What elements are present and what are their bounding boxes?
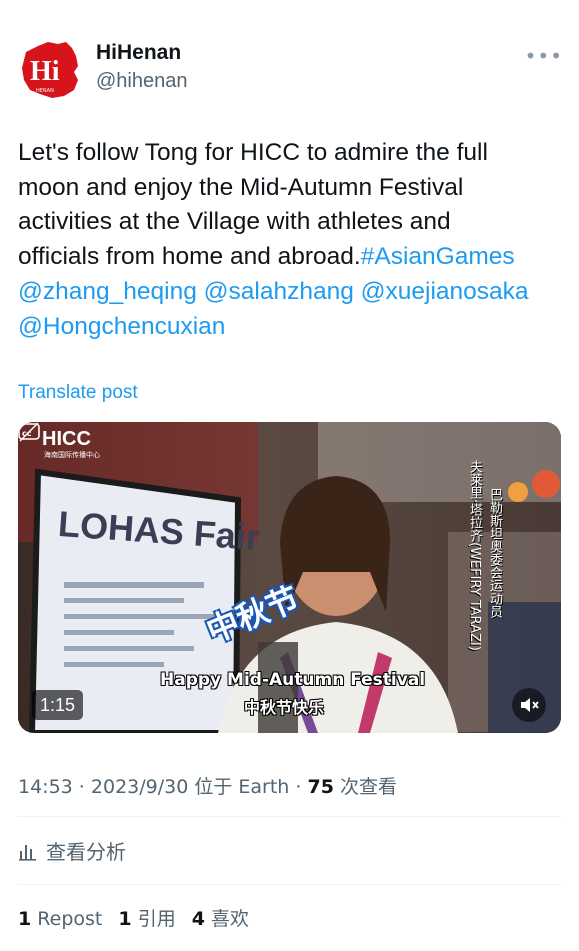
video-caption-en: Happy Mid-Autumn Festival	[160, 670, 426, 690]
hicc-watermark-sub: 海南国际传播中心	[44, 451, 100, 459]
svg-text:Hi: Hi	[30, 56, 60, 87]
hicc-watermark: HICC	[42, 428, 91, 450]
post-line: @zhang_heqing @salahzhang @xuejianosaka	[18, 275, 558, 310]
engagement-stats: 1 Repost 1 引用 4 喜欢	[18, 904, 259, 931]
post-header: Hi HENAN HiHenan @hihenan •••	[18, 34, 563, 104]
post-line-text: officials from home and abroad.	[18, 243, 361, 271]
svg-text:HENAN: HENAN	[36, 88, 54, 94]
reposts-label: Repost	[37, 908, 103, 930]
post-line: @Hongchencuxian	[18, 310, 558, 345]
post-line: officials from home and abroad.#AsianGam…	[18, 240, 558, 275]
post-metadata: 14:53 · 2023/9/30 位于 Earth · 75 次查看	[18, 776, 397, 798]
analytics-icon	[19, 844, 36, 861]
views-label: 次查看	[339, 776, 397, 798]
closed-captions-icon[interactable]: cc	[18, 422, 40, 442]
reposts-stat[interactable]: 1 Repost	[18, 908, 102, 930]
views-count: 75	[307, 776, 334, 798]
likes-count: 4	[191, 908, 205, 930]
view-analytics-button[interactable]: 查看分析	[18, 836, 126, 865]
post-text: Let's follow Tong for HICC to admire the…	[18, 136, 558, 344]
translate-post-link[interactable]: Translate post	[18, 382, 138, 404]
hashtag-link[interactable]: #AsianGames	[361, 243, 515, 270]
avatar[interactable]: Hi HENAN	[18, 38, 82, 102]
quotes-label: 引用	[137, 908, 176, 930]
likes-label: 喜欢	[211, 908, 250, 930]
quotes-stat[interactable]: 1 引用	[118, 908, 175, 930]
video-duration: 1:15	[32, 690, 84, 720]
post-line: activities at the Village with athletes …	[18, 208, 451, 236]
mention-link[interactable]: @Hongchencuxian	[18, 313, 225, 340]
reposts-count: 1	[18, 908, 32, 930]
post-location: 位于 Earth	[194, 776, 290, 798]
analytics-label: 查看分析	[46, 840, 126, 864]
post-line: moon and enjoy the Mid-Autumn Festival	[18, 173, 464, 201]
post-line: Let's follow Tong for HICC to admire the…	[18, 139, 488, 166]
divider	[18, 884, 561, 885]
mention-link[interactable]: @salahzhang	[204, 278, 354, 305]
mention-link[interactable]: @zhang_heqing	[18, 278, 197, 305]
more-options-icon[interactable]: •••	[525, 44, 563, 68]
video-caption-zh: 中秋节快乐	[244, 698, 325, 717]
divider	[18, 816, 561, 817]
likes-stat[interactable]: 4 喜欢	[192, 908, 249, 930]
author-display-name[interactable]: HiHenan	[96, 40, 187, 66]
mute-button[interactable]	[512, 688, 546, 722]
post-date[interactable]: 2023/9/30	[91, 776, 188, 798]
author-handle[interactable]: @hihenan	[96, 68, 187, 94]
subtitle-title: 巴勒斯坦奥委会运动员	[487, 488, 502, 618]
mention-link[interactable]: @xuejianosaka	[361, 278, 529, 305]
subtitle-name: 夫莱里·塔拉齐(WEFIRY TARAZI)	[467, 460, 482, 651]
quotes-count: 1	[118, 908, 132, 930]
post-time[interactable]: 14:53	[18, 776, 73, 798]
video-player[interactable]: HICC 海南国际传播中心 LOHAS Fair 中秋节 夫莱里·塔拉齐(WEF…	[18, 422, 561, 733]
volume-muted-icon	[521, 698, 539, 712]
